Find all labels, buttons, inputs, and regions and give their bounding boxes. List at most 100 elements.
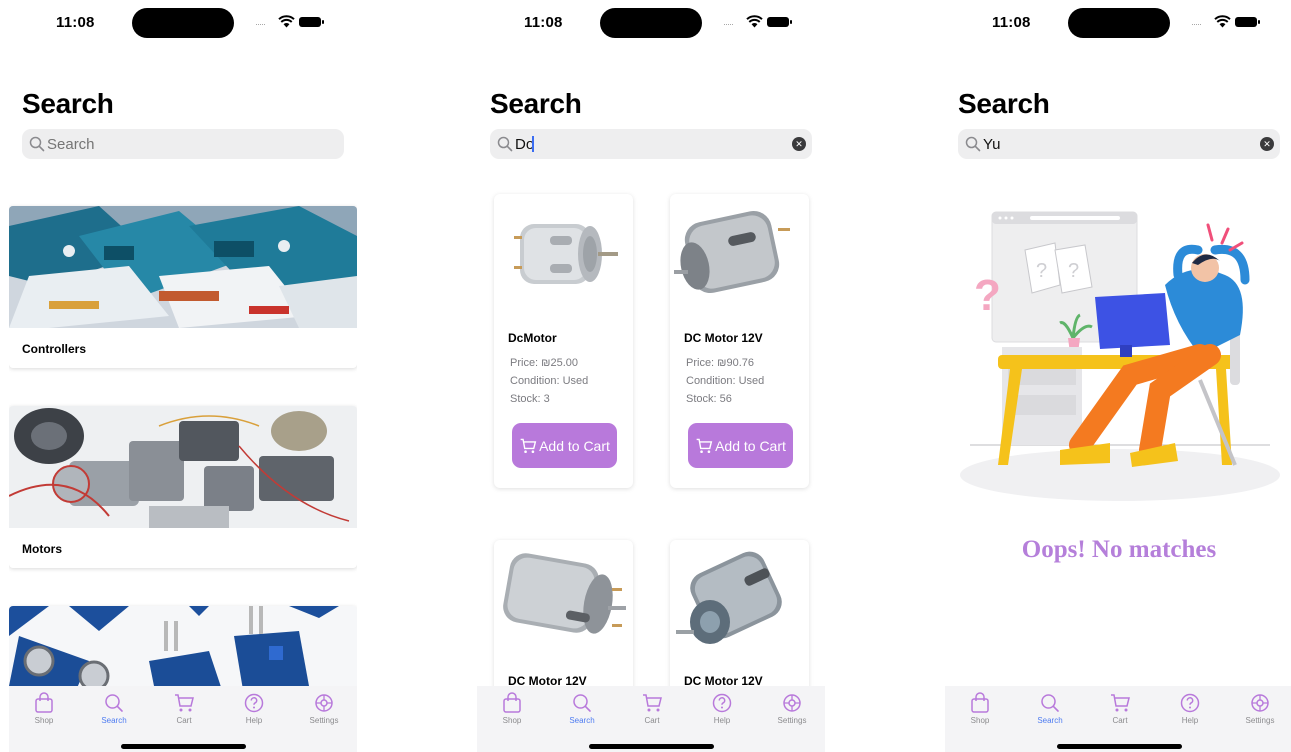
home-indicator <box>589 744 714 749</box>
text-caret <box>532 136 534 152</box>
clear-search-icon[interactable]: ✕ <box>792 137 806 151</box>
tab-label: Shop <box>970 716 990 725</box>
tab-bar: Shop Search Cart Help Settings <box>9 686 357 752</box>
dynamic-island <box>600 8 702 38</box>
shopping-bag-icon <box>503 692 521 713</box>
dynamic-island <box>132 8 234 38</box>
tab-label: Settings <box>309 716 339 725</box>
tab-label: Search <box>569 716 595 725</box>
no-results-illustration: ? ? ? <box>960 211 1280 501</box>
status-icons: ····· <box>255 13 335 31</box>
product-price: Price: ₪90.76 <box>686 357 755 369</box>
add-to-cart-button[interactable]: Add to Cart <box>688 423 793 468</box>
search-icon <box>965 136 981 152</box>
product-name: DC Motor 12V <box>684 331 763 345</box>
motors-image <box>9 406 357 528</box>
clear-search-icon[interactable]: ✕ <box>1260 137 1274 151</box>
tab-cart[interactable]: Cart <box>1085 692 1155 725</box>
controllers-image <box>9 206 357 328</box>
tab-label: Shop <box>502 716 522 725</box>
category-label: Controllers <box>22 342 87 356</box>
help-icon <box>712 693 732 713</box>
search-icon <box>29 136 45 152</box>
settings-icon <box>315 694 333 712</box>
search-bar[interactable]: Do ✕ <box>490 129 812 159</box>
tab-help[interactable]: Help <box>1155 692 1225 725</box>
product-name: DcMotor <box>508 331 557 345</box>
product-image <box>676 551 782 644</box>
status-time: 11:08 <box>56 14 95 31</box>
search-icon <box>497 136 513 152</box>
category-card-controllers[interactable]: Controllers <box>9 206 357 368</box>
product-card[interactable]: DC Motor 12V <box>670 540 809 700</box>
signal-icon: ····· <box>255 19 266 29</box>
settings-icon <box>1251 694 1269 712</box>
tab-shop[interactable]: Shop <box>9 692 79 725</box>
signal-icon: ····· <box>1191 19 1202 29</box>
search-icon <box>1041 694 1059 712</box>
product-card[interactable]: DC Motor 12V <box>494 540 633 700</box>
status-icons: ····· <box>723 13 803 31</box>
status-icons: ····· <box>1191 13 1271 31</box>
battery-icon <box>1235 17 1260 27</box>
phone-screen-search-empty-query: 11:08 ····· Search Search Controllers Mo… <box>9 0 357 752</box>
product-card[interactable]: DcMotor Price: ₪25.00 Condition: Used St… <box>494 194 633 488</box>
svg-text:?: ? <box>1068 260 1079 282</box>
add-to-cart-label: Add to Cart <box>539 437 610 454</box>
tab-settings[interactable]: Settings <box>289 692 357 725</box>
cart-icon <box>175 694 194 712</box>
search-bar[interactable]: Yu ✕ <box>958 129 1280 159</box>
page-title: Search <box>958 88 1050 119</box>
tab-settings[interactable]: Settings <box>757 692 825 725</box>
search-input[interactable] <box>47 129 307 159</box>
category-label: Motors <box>22 542 62 556</box>
phone-screen-search-results: 11:08 ····· Search Do ✕ DcMotor Price: ₪… <box>477 0 825 752</box>
svg-text:?: ? <box>1036 260 1047 282</box>
shopping-bag-icon <box>35 692 53 713</box>
search-input[interactable]: Do <box>515 136 534 153</box>
tab-help[interactable]: Help <box>687 692 757 725</box>
signal-icon: ····· <box>723 19 734 29</box>
settings-icon <box>783 694 801 712</box>
tab-shop[interactable]: Shop <box>477 692 547 725</box>
battery-icon <box>767 17 792 27</box>
tab-search[interactable]: Search <box>1015 692 1085 725</box>
cart-icon <box>643 694 662 712</box>
tab-help[interactable]: Help <box>219 692 289 725</box>
home-indicator <box>1057 744 1182 749</box>
add-to-cart-button[interactable]: Add to Cart <box>512 423 617 468</box>
tab-label: Help <box>245 716 263 725</box>
tab-cart[interactable]: Cart <box>617 692 687 725</box>
tab-cart[interactable]: Cart <box>149 692 219 725</box>
tab-shop[interactable]: Shop <box>945 692 1015 725</box>
battery-icon <box>299 17 324 27</box>
add-to-cart-label: Add to Cart <box>715 437 786 454</box>
home-indicator <box>121 744 246 749</box>
tab-search[interactable]: Search <box>79 692 149 725</box>
product-card[interactable]: DC Motor 12V Price: ₪90.76 Condition: Us… <box>670 194 809 488</box>
tab-label: Cart <box>176 716 192 725</box>
tab-settings[interactable]: Settings <box>1225 692 1291 725</box>
product-condition: Condition: Used <box>686 375 765 387</box>
product-image <box>674 210 790 294</box>
category-card-motors[interactable]: Motors <box>9 406 357 568</box>
search-icon <box>105 694 123 712</box>
svg-text:?: ? <box>974 271 1001 320</box>
page-title: Search <box>22 88 114 119</box>
tab-bar: Shop Search Cart Help Settings <box>945 686 1291 752</box>
search-bar[interactable] <box>22 129 344 159</box>
tab-label: Search <box>101 716 127 725</box>
tab-label: Help <box>713 716 731 725</box>
cart-icon <box>520 438 537 453</box>
tab-bar: Shop Search Cart Help Settings <box>477 686 825 752</box>
product-stock: Stock: 56 <box>686 393 732 405</box>
help-icon <box>1180 693 1200 713</box>
tab-label: Shop <box>34 716 54 725</box>
phone-screen-no-results: 11:08 ····· Search Yu ✕ ? ? ? Oops! No m… <box>945 0 1291 752</box>
wifi-icon <box>278 15 295 28</box>
search-input[interactable]: Yu <box>983 136 1001 153</box>
status-time: 11:08 <box>524 14 563 31</box>
tab-search[interactable]: Search <box>547 692 617 725</box>
product-image <box>514 224 618 284</box>
tab-label: Help <box>1181 716 1199 725</box>
